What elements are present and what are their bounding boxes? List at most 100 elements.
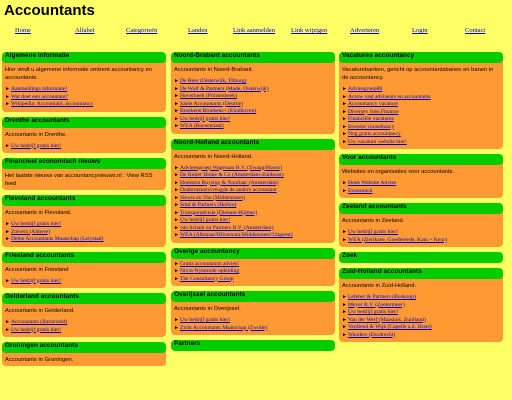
listing-link[interactable]: Uw bedrijf gratis hier!	[180, 217, 230, 223]
nav-contact[interactable]: Contact	[465, 27, 485, 34]
listing-link[interactable]: Acrow vast adviseurs en accountants	[348, 94, 431, 100]
category-box: Zoek	[339, 252, 503, 263]
listing-link[interactable]: Ondernemersvreugde de andere accountant	[180, 187, 277, 193]
category-box: Flevoland accountants Accountants in Flev…	[2, 195, 166, 247]
nav-adverteren[interactable]: Adverteren	[350, 27, 379, 34]
listing-link[interactable]: Uw vacature website hier!	[348, 139, 407, 145]
arrow-icon: ►	[5, 222, 10, 227]
listing-link[interactable]: van Schaik en Partners B.V. (Amsterdam)	[180, 225, 274, 231]
list-item: ►Slewis en Van (Middenmeer)	[174, 195, 332, 203]
listing-link[interactable]: Nivra-Nyenrode opleiding	[180, 268, 239, 274]
listing-link[interactable]: Uw bedrijf gratis hier!	[348, 309, 398, 315]
arrow-icon: ►	[342, 109, 347, 115]
listing-link[interactable]: Slewis en Van (Middenmeer)	[180, 195, 245, 201]
listing-link[interactable]: Etonomick	[348, 188, 373, 194]
nav-alfabet[interactable]: Alfabet	[75, 27, 95, 34]
listing-link[interactable]: Accountants (Barneveld)	[11, 319, 67, 325]
list-item: ►Uw bedrijf gratis hier!	[5, 278, 163, 286]
listing-link[interactable]: WEA (Zierikzee, Goedereede, Kam + Keur)	[348, 237, 447, 243]
listing-link[interactable]: WEA (Alkmaar/Hilversum/Middenmeer/Uitgee…	[180, 232, 293, 238]
listing-link[interactable]: Financiële vacatures	[348, 116, 394, 122]
listing-link[interactable]: Uw bedrijf gratis hier!	[348, 229, 398, 235]
listing-link[interactable]: Zolvers (Almere)	[11, 229, 50, 235]
listing-link[interactable]: De Beer (Oisterwijk, Tilburg)	[180, 78, 246, 84]
nav-landen[interactable]: Landen	[188, 27, 208, 34]
listing-link[interactable]: Wanders (Dordrecht)	[348, 332, 395, 338]
category-header[interactable]: Overijssel accountants	[171, 291, 335, 302]
listing-link[interactable]: Wat doet een accountant?	[11, 94, 68, 100]
category-box: Algemene informatie Hier vindt u algemene…	[2, 52, 166, 112]
nav-home[interactable]: Home	[15, 27, 31, 34]
listing-link[interactable]: Gratis accountants advies!	[180, 261, 239, 267]
listing-link[interactable]: Uw bedrijf gratis hier!	[11, 278, 61, 284]
listing-link[interactable]: Uw bedrijf gratis hier!	[11, 221, 61, 227]
arrow-icon: ►	[174, 318, 179, 323]
listing-link[interactable]: Verdiend & Wijk (Capelle a.d. IJssel)	[348, 324, 432, 330]
category-header[interactable]: Friesland accountants	[2, 251, 166, 263]
listing-link[interactable]: Hoverheek (Prinsenbeek)	[180, 93, 237, 99]
listing-link[interactable]: Smit & Partners (Heiloo)	[180, 202, 236, 208]
list-item: ►Transparadvisie (Diemen-Bijlmer)	[174, 210, 332, 218]
arrow-icon: ►	[342, 325, 347, 330]
nav-link-wijzigen[interactable]: Link wijzigen	[291, 27, 327, 34]
listing-link[interactable]: Uw bedrijf gratis hier!	[11, 327, 61, 333]
category-description: Accountants in Flevoland.	[5, 210, 72, 216]
category-header[interactable]: Noord-Brabant accountants	[171, 52, 335, 63]
arrow-icon: ►	[342, 230, 347, 235]
listing-link[interactable]: Aanmeldings informatie!	[11, 86, 67, 92]
list-item: ►Accountants (Barneveld)	[5, 319, 163, 327]
listing-link[interactable]: Investor consultancy	[348, 124, 394, 130]
arrow-icon: ►	[174, 269, 179, 274]
category-header[interactable]: Gelderland accountants	[2, 293, 166, 304]
arrow-icon: ►	[342, 237, 347, 243]
listing-link[interactable]: Hoekstra Ruysing & Noorlaar (Amsterdam)	[180, 180, 279, 186]
category-header[interactable]: Drenthe accountants	[2, 116, 166, 128]
listing-link[interactable]: Accountancy vacature	[348, 101, 398, 107]
list-item: ►Investor consultancy	[342, 124, 500, 132]
category-box: Voor accountants Websites en organisaties…	[339, 154, 503, 198]
listing-link[interactable]: The Consultancy Group	[180, 276, 234, 282]
category-box: Drenthe accountants Accountants in Drenth…	[2, 116, 166, 153]
listing-link[interactable]: Dethe Accountants Maatschap (Lelystad)	[11, 236, 103, 242]
listing-link[interactable]: Wikipedia: Accountant, accountancy	[11, 101, 93, 107]
listing-link[interactable]: Zicht Accountants Maatschap (Zwolle)	[180, 325, 267, 331]
listing-link[interactable]: WEA (Roosendaal)	[180, 123, 224, 129]
category-header[interactable]: Zeeland accountants	[339, 203, 503, 214]
arrow-icon: ►	[342, 310, 347, 315]
category-header[interactable]: Partners	[171, 340, 335, 351]
category-header[interactable]: Noord-Holland accountants	[171, 138, 335, 150]
nav-login[interactable]: Login	[412, 27, 428, 34]
category-header[interactable]: Voor accountants	[339, 154, 503, 165]
arrow-icon: ►	[174, 195, 179, 201]
category-header[interactable]: Financieel economisch nieuws	[2, 158, 166, 169]
listing-link[interactable]: Broekens Broekens+ (Eindhoven)	[180, 108, 256, 114]
category-header[interactable]: Vacatures accountancy	[339, 52, 503, 63]
listing-link[interactable]: Transparadvisie (Diemen-Bijlmer)	[180, 210, 257, 216]
listing-link[interactable]: Advieesgroep Wagenaar B.V. (Zwaag/Hoorn)	[180, 165, 282, 171]
listing-link[interactable]: Sable Accountants (Deurne)	[180, 101, 243, 107]
listing-link[interactable]: Diversey Jobs Finance	[348, 109, 399, 115]
listing-link[interactable]: Hoek Website Advies	[348, 180, 396, 186]
category-header[interactable]: Overige accountancy	[171, 247, 335, 259]
arrow-icon: ►	[342, 94, 347, 100]
listing-link[interactable]: Van der Werf (Maasluis, Zuidland)	[348, 317, 426, 323]
category-header[interactable]: Zoek	[339, 252, 503, 263]
listing-link[interactable]: De Ruiter Hinke & Co (Amsterdam-Zuidoost…	[180, 172, 284, 178]
nav-categorieen[interactable]: Categorieën	[126, 27, 157, 34]
category-header[interactable]: Groningen accountants	[2, 342, 166, 353]
nav-link-aanmelden[interactable]: Link aanmelden	[233, 27, 275, 34]
listing-link[interactable]: Uw bedrijf gratis hier!	[180, 317, 230, 323]
listing-link[interactable]: Nog gratis accountancy	[348, 131, 401, 137]
listing-link[interactable]: Adviesgroep88	[348, 86, 382, 92]
listing-link[interactable]: Lefeber & Partners (Boskoop)	[348, 294, 416, 300]
listing-link[interactable]: Uw bedrijf gratis hier!	[180, 116, 230, 122]
listing-link[interactable]: Uw bedrijf gratis hier!	[11, 143, 61, 149]
category-header[interactable]: Zuid-Holland accountants	[339, 268, 503, 279]
listing-link[interactable]: De Wolf & Partners (Made, Oisterwijk)	[180, 86, 269, 92]
category-header[interactable]: Flevoland accountants	[2, 195, 166, 206]
list-item: ►Aanmeldings informatie!	[5, 86, 163, 94]
category-box: Zuid-Holland accountants Accountants in Z…	[339, 268, 503, 342]
listing-link[interactable]: Meyer B.V. (Zoetermeer)	[348, 302, 405, 308]
arrow-icon: ►	[174, 94, 179, 99]
category-header[interactable]: Algemene informatie	[2, 52, 166, 63]
